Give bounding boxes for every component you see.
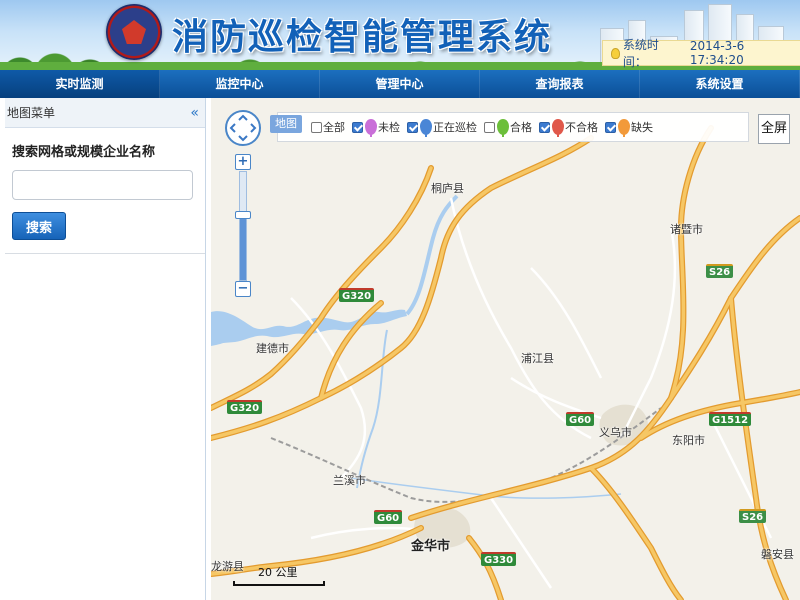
main-nav: 实时监测 监控中心 管理中心 查询报表 系统设置	[0, 70, 800, 98]
system-time: 系统时间： 2014-3-6 17:34:20	[602, 38, 800, 69]
place-label: 义乌市	[599, 426, 632, 439]
road-shield: G330	[481, 552, 517, 566]
zoom-slider[interactable]	[239, 171, 247, 281]
filter-label: 正在巡检	[433, 121, 477, 134]
search-input[interactable]	[12, 170, 193, 200]
filter-missing[interactable]: 缺失	[605, 119, 653, 137]
tab-system-settings[interactable]: 系统设置	[640, 70, 800, 98]
place-label: 东阳市	[672, 434, 705, 447]
status-filter-legend: 全部 未检 正在巡检 合格 不合格 缺失	[277, 112, 749, 142]
collapse-sidebar-icon[interactable]: «	[190, 105, 199, 121]
search-button[interactable]: 搜索	[12, 212, 66, 240]
divider	[5, 253, 205, 254]
red-marker-icon	[552, 119, 564, 137]
filter-checkbox[interactable]	[484, 121, 495, 133]
map-view[interactable]: 桐庐县 诸暨市 建德市 浦江县 义乌市 东阳市 兰溪市 金华市 龙游县 磐安县 …	[211, 98, 800, 600]
zoom-slider-fill	[240, 215, 246, 280]
scale-label: 20 公里	[258, 566, 298, 579]
filter-label: 未检	[378, 121, 400, 134]
map-menu-sidebar: 地图菜单 « 搜索网格或规模企业名称 搜索	[5, 98, 206, 600]
fire-department-logo	[106, 4, 162, 60]
place-label: 兰溪市	[333, 474, 366, 487]
filter-inspecting[interactable]: 正在巡检	[407, 119, 477, 137]
filter-checkbox[interactable]	[539, 121, 550, 133]
system-time-value: 2014-3-6 17:34:20	[689, 39, 745, 67]
system-time-label: 系统时间：	[622, 38, 659, 69]
map-type-button[interactable]: 地图	[270, 115, 302, 133]
zoom-slider-handle[interactable]	[235, 211, 251, 219]
place-label: 磐安县	[761, 548, 794, 561]
road-shield: G60	[566, 412, 595, 426]
purple-marker-icon	[365, 119, 377, 137]
app-title: 消防巡检智能管理系统	[172, 17, 553, 58]
tab-monitoring-center[interactable]: 监控中心	[160, 70, 320, 98]
zoom-in-button[interactable]: +	[235, 154, 251, 170]
green-marker-icon	[497, 119, 509, 137]
filter-label: 全部	[323, 121, 345, 134]
pan-control[interactable]	[225, 110, 261, 146]
road-shield: G60	[374, 510, 403, 524]
search-label: 搜索网格或规模企业名称	[12, 145, 156, 160]
filter-all[interactable]: 全部	[311, 119, 345, 135]
river-xinanjiang	[211, 309, 407, 344]
filter-qualified[interactable]: 合格	[484, 119, 532, 137]
map-scale: 20 公里	[233, 564, 325, 586]
place-label: 桐庐县	[431, 182, 464, 195]
filter-checkbox[interactable]	[311, 121, 322, 133]
filter-checkbox[interactable]	[605, 121, 616, 133]
pan-arrows-icon	[229, 114, 257, 142]
filter-checkbox[interactable]	[352, 121, 363, 133]
filter-unchecked[interactable]: 未检	[352, 119, 400, 137]
road-shield: S26	[739, 509, 767, 523]
blue-marker-icon	[420, 119, 432, 137]
zoom-out-button[interactable]: −	[235, 281, 251, 297]
map-base-layer	[211, 125, 800, 600]
road-shield: G1512	[709, 412, 752, 426]
filter-label: 合格	[510, 121, 532, 134]
orange-marker-icon	[618, 119, 630, 137]
place-label: 建德市	[256, 342, 289, 355]
filter-checkbox[interactable]	[407, 121, 418, 133]
filter-label: 不合格	[565, 121, 598, 134]
place-label: 浦江县	[521, 352, 554, 365]
tab-management-center[interactable]: 管理中心	[320, 70, 480, 98]
filter-label: 缺失	[631, 121, 653, 134]
filter-unqualified[interactable]: 不合格	[539, 119, 598, 137]
road-shield: G320	[339, 288, 375, 302]
tab-realtime-monitoring[interactable]: 实时监测	[0, 70, 160, 98]
sidebar-header: 地图菜单 «	[5, 98, 205, 128]
tab-query-reports[interactable]: 查询报表	[480, 70, 640, 98]
place-label: 诸暨市	[670, 223, 703, 236]
sidebar-title: 地图菜单	[7, 106, 56, 120]
fullscreen-button[interactable]: 全屏	[758, 114, 790, 144]
road-shield: S26	[706, 264, 734, 278]
scale-bar	[233, 581, 325, 586]
app-header: 消防巡检智能管理系统 系统时间： 2014-3-6 17:34:20	[0, 0, 800, 70]
road-shield: G320	[227, 400, 263, 414]
lightbulb-icon	[611, 47, 620, 59]
place-label: 金华市	[411, 539, 451, 554]
